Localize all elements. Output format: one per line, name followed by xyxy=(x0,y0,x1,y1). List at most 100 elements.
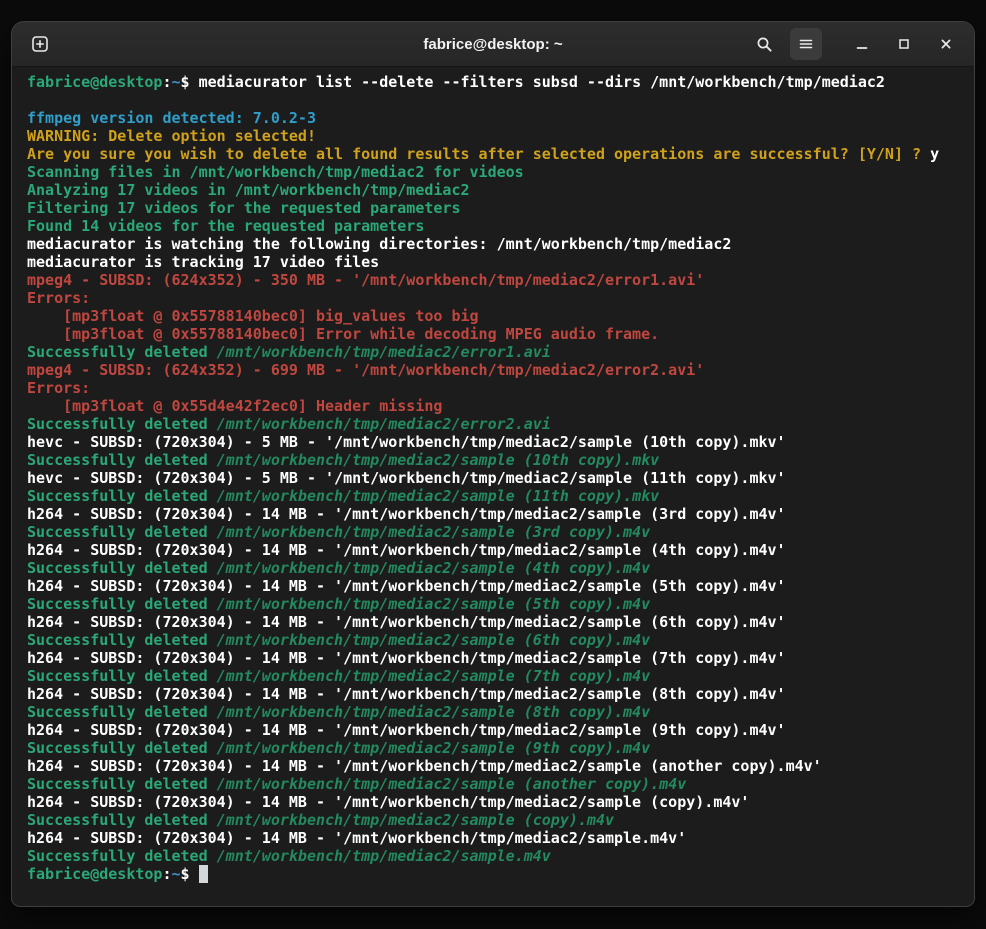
new-tab-button[interactable] xyxy=(24,28,56,60)
terminal-text-segment: Errors: xyxy=(27,289,90,307)
terminal-line: hevc - SUBSD: (720x304) - 5 MB - '/mnt/w… xyxy=(27,433,962,451)
terminal-text-segment: Successfully deleted xyxy=(27,415,217,433)
terminal-cursor xyxy=(199,865,208,883)
terminal-text-segment: Errors: xyxy=(27,379,90,397)
terminal-text-segment: Successfully deleted xyxy=(27,487,217,505)
terminal-text-segment: [mp3float @ 0x55788140bec0] big_values t… xyxy=(27,307,479,325)
terminal-line: Successfully deleted /mnt/workbench/tmp/… xyxy=(27,415,962,433)
terminal-line: fabrice@desktop:~$ mediacurator list --d… xyxy=(27,73,962,91)
search-button[interactable] xyxy=(748,28,780,60)
terminal-line xyxy=(27,91,962,109)
terminal-text-segment: ffmpeg version detected: 7.0.2-3 xyxy=(27,109,316,127)
terminal-output[interactable]: fabrice@desktop:~$ mediacurator list --d… xyxy=(12,67,974,906)
close-button[interactable] xyxy=(930,28,962,60)
terminal-text-segment: /mnt/workbench/tmp/mediac2/sample (11th … xyxy=(217,487,660,505)
terminal-text-segment: fabrice@desktop xyxy=(27,865,162,883)
terminal-line: WARNING: Delete option selected! xyxy=(27,127,962,145)
terminal-line: mediacurator is watching the following d… xyxy=(27,235,962,253)
terminal-text-segment: mediacurator is watching the following d… xyxy=(27,235,731,253)
terminal-line: Found 14 videos for the requested parame… xyxy=(27,217,962,235)
close-icon xyxy=(939,37,953,51)
terminal-text-segment: WARNING: Delete option selected! xyxy=(27,127,316,145)
terminal-line: h264 - SUBSD: (720x304) - 14 MB - '/mnt/… xyxy=(27,829,962,847)
terminal-text-segment: h264 - SUBSD: (720x304) - 14 MB - '/mnt/… xyxy=(27,829,686,847)
terminal-text-segment: : xyxy=(162,73,171,91)
terminal-text-segment: h264 - SUBSD: (720x304) - 14 MB - '/mnt/… xyxy=(27,721,786,739)
terminal-line: Are you sure you wish to delete all foun… xyxy=(27,145,962,163)
terminal-text-segment: /mnt/workbench/tmp/mediac2/sample (8th c… xyxy=(217,703,650,721)
terminal-text-segment: h264 - SUBSD: (720x304) - 14 MB - '/mnt/… xyxy=(27,577,786,595)
terminal-text-segment: [mp3float @ 0x55d4e42f2ec0] Header missi… xyxy=(27,397,442,415)
maximize-button[interactable] xyxy=(888,28,920,60)
terminal-line: Successfully deleted /mnt/workbench/tmp/… xyxy=(27,523,962,541)
terminal-text-segment: Successfully deleted xyxy=(27,667,217,685)
minimize-button[interactable] xyxy=(846,28,878,60)
terminal-text-segment: ~ xyxy=(172,73,181,91)
terminal-line: [mp3float @ 0x55d4e42f2ec0] Header missi… xyxy=(27,397,962,415)
terminal-text-segment: Successfully deleted xyxy=(27,451,217,469)
terminal-text-segment: Are you sure you wish to delete all foun… xyxy=(27,145,930,163)
search-icon xyxy=(756,36,773,53)
terminal-text-segment: /mnt/workbench/tmp/mediac2/sample (3rd c… xyxy=(217,523,650,541)
terminal-text-segment: /mnt/workbench/tmp/mediac2/sample (4th c… xyxy=(217,559,650,577)
terminal-line: Successfully deleted /mnt/workbench/tmp/… xyxy=(27,775,962,793)
terminal-line: Successfully deleted /mnt/workbench/tmp/… xyxy=(27,667,962,685)
terminal-text-segment: Analyzing 17 videos in /mnt/workbench/tm… xyxy=(27,181,470,199)
terminal-text-segment: y xyxy=(930,145,939,163)
terminal-text-segment: Successfully deleted xyxy=(27,559,217,577)
terminal-line: h264 - SUBSD: (720x304) - 14 MB - '/mnt/… xyxy=(27,649,962,667)
terminal-text-segment: /mnt/workbench/tmp/mediac2/sample (6th c… xyxy=(217,631,650,649)
terminal-text-segment: Successfully deleted xyxy=(27,595,217,613)
terminal-window: fabrice@desktop: ~ xyxy=(12,22,974,906)
terminal-line: Errors: xyxy=(27,379,962,397)
terminal-text-segment: Successfully deleted xyxy=(27,811,217,829)
terminal-text-segment: Successfully deleted xyxy=(27,847,217,865)
terminal-line: Filtering 17 videos for the requested pa… xyxy=(27,199,962,217)
terminal-text-segment: mpeg4 - SUBSD: (624x352) - 350 MB - '/mn… xyxy=(27,271,704,289)
terminal-text-segment: /mnt/workbench/tmp/mediac2/sample (5th c… xyxy=(217,595,650,613)
terminal-text-segment: h264 - SUBSD: (720x304) - 14 MB - '/mnt/… xyxy=(27,613,786,631)
terminal-line: Successfully deleted /mnt/workbench/tmp/… xyxy=(27,595,962,613)
terminal-line: Successfully deleted /mnt/workbench/tmp/… xyxy=(27,343,962,361)
terminal-line: h264 - SUBSD: (720x304) - 14 MB - '/mnt/… xyxy=(27,613,962,631)
terminal-text-segment: mpeg4 - SUBSD: (624x352) - 699 MB - '/mn… xyxy=(27,361,704,379)
terminal-text-segment: fabrice@desktop xyxy=(27,73,162,91)
terminal-line: mpeg4 - SUBSD: (624x352) - 699 MB - '/mn… xyxy=(27,361,962,379)
terminal-line: h264 - SUBSD: (720x304) - 14 MB - '/mnt/… xyxy=(27,757,962,775)
terminal-line: h264 - SUBSD: (720x304) - 14 MB - '/mnt/… xyxy=(27,685,962,703)
terminal-text-segment: h264 - SUBSD: (720x304) - 14 MB - '/mnt/… xyxy=(27,541,786,559)
terminal-text-segment: Successfully deleted xyxy=(27,631,217,649)
terminal-text-segment: /mnt/workbench/tmp/mediac2/sample.m4v xyxy=(217,847,551,865)
terminal-line: Successfully deleted /mnt/workbench/tmp/… xyxy=(27,631,962,649)
terminal-line: Successfully deleted /mnt/workbench/tmp/… xyxy=(27,739,962,757)
terminal-line: h264 - SUBSD: (720x304) - 14 MB - '/mnt/… xyxy=(27,721,962,739)
terminal-line: hevc - SUBSD: (720x304) - 5 MB - '/mnt/w… xyxy=(27,469,962,487)
terminal-text-segment: h264 - SUBSD: (720x304) - 14 MB - '/mnt/… xyxy=(27,685,786,703)
terminal-text-segment: [mp3float @ 0x55788140bec0] Error while … xyxy=(27,325,659,343)
new-tab-icon xyxy=(31,35,49,53)
terminal-text-segment: mediacurator is tracking 17 video files xyxy=(27,253,379,271)
terminal-text-segment: /mnt/workbench/tmp/mediac2/sample (10th … xyxy=(217,451,660,469)
terminal-line: [mp3float @ 0x55788140bec0] Error while … xyxy=(27,325,962,343)
terminal-text-segment: /mnt/workbench/tmp/mediac2/sample (7th c… xyxy=(217,667,650,685)
terminal-text-segment: /mnt/workbench/tmp/mediac2/error1.avi xyxy=(217,343,551,361)
terminal-line: mpeg4 - SUBSD: (624x352) - 350 MB - '/mn… xyxy=(27,271,962,289)
terminal-line: h264 - SUBSD: (720x304) - 14 MB - '/mnt/… xyxy=(27,793,962,811)
terminal-line: Successfully deleted /mnt/workbench/tmp/… xyxy=(27,811,962,829)
terminal-text-segment: Successfully deleted xyxy=(27,523,217,541)
terminal-line: Successfully deleted /mnt/workbench/tmp/… xyxy=(27,703,962,721)
terminal-line: h264 - SUBSD: (720x304) - 14 MB - '/mnt/… xyxy=(27,577,962,595)
terminal-line: Successfully deleted /mnt/workbench/tmp/… xyxy=(27,451,962,469)
terminal-text-segment: /mnt/workbench/tmp/mediac2/sample (9th c… xyxy=(217,739,650,757)
terminal-line: Analyzing 17 videos in /mnt/workbench/tm… xyxy=(27,181,962,199)
menu-icon xyxy=(798,36,814,52)
terminal-line: mediacurator is tracking 17 video files xyxy=(27,253,962,271)
terminal-text-segment: /mnt/workbench/tmp/mediac2/sample (anoth… xyxy=(217,775,687,793)
terminal-line: h264 - SUBSD: (720x304) - 14 MB - '/mnt/… xyxy=(27,505,962,523)
header-bar: fabrice@desktop: ~ xyxy=(12,22,974,67)
terminal-text-segment: : xyxy=(162,865,171,883)
terminal-text-segment: h264 - SUBSD: (720x304) - 14 MB - '/mnt/… xyxy=(27,757,822,775)
terminal-text-segment: hevc - SUBSD: (720x304) - 5 MB - '/mnt/w… xyxy=(27,433,786,451)
menu-button[interactable] xyxy=(790,28,822,60)
terminal-text-segment: ~ xyxy=(172,865,181,883)
